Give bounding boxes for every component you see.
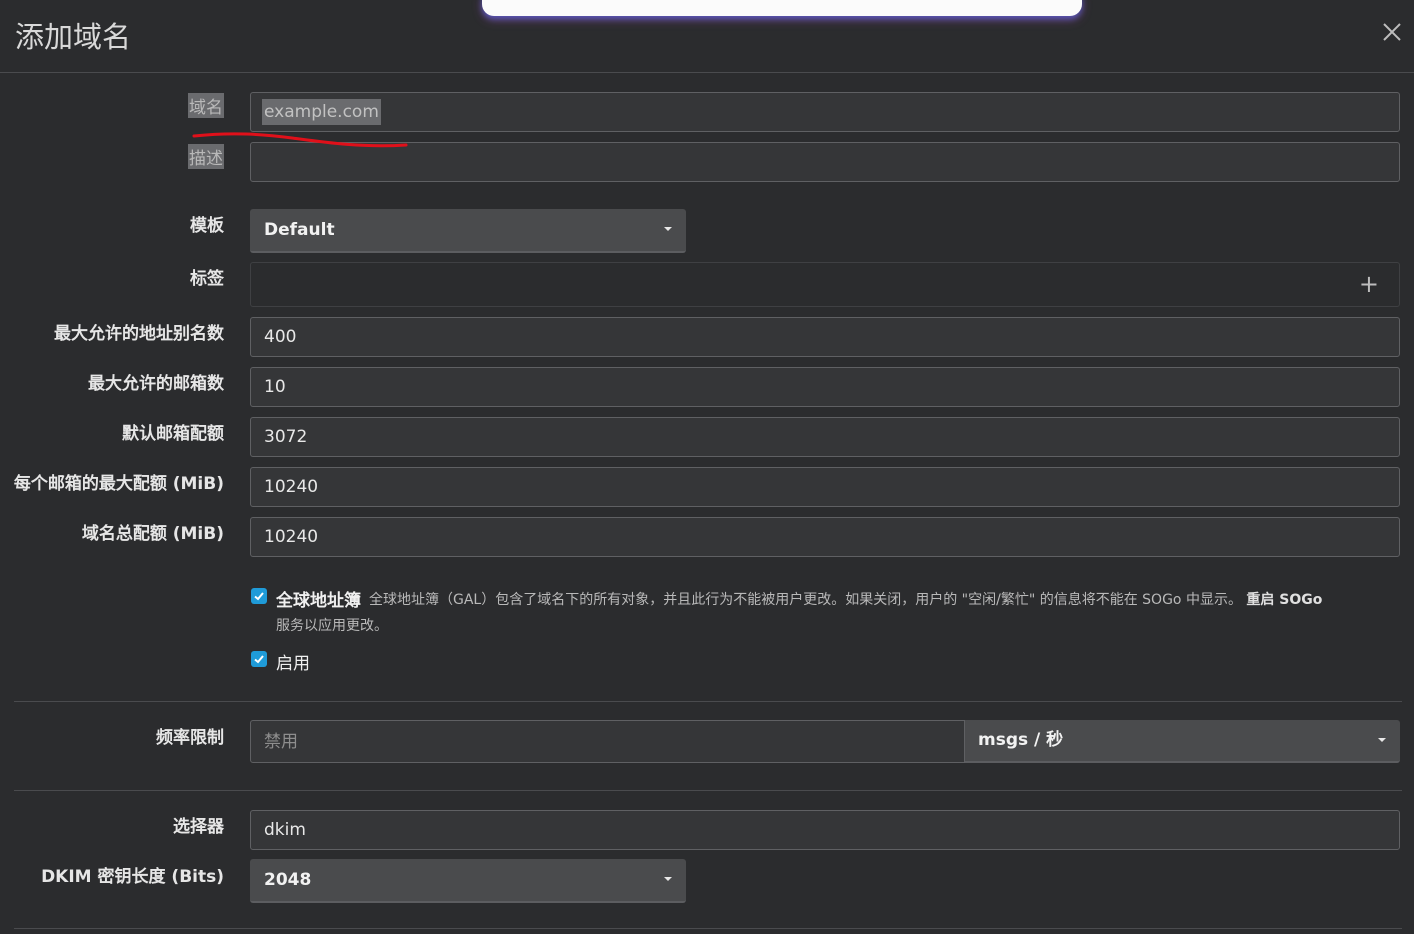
dkim-length-select[interactable]: 2048 — [250, 859, 686, 903]
plus-icon[interactable]: + — [1359, 272, 1379, 296]
template-select[interactable]: Default — [250, 209, 686, 253]
description-label: 描述 — [188, 144, 224, 169]
tags-label: 标签 — [190, 269, 224, 289]
rate-limit-label: 频率限制 — [156, 728, 224, 748]
active-checkbox[interactable] — [251, 651, 267, 667]
total-quota-input[interactable] — [250, 517, 1400, 557]
active-label: 启用 — [276, 654, 310, 674]
gal-help-text: 全球地址簿（GAL）包含了域名下的所有对象，并且此行为不能被用户更改。如果关闭，… — [369, 592, 1242, 608]
divider — [14, 701, 1402, 702]
max-quota-input[interactable] — [250, 467, 1400, 507]
divider — [14, 790, 1402, 791]
default-quota-input[interactable] — [250, 417, 1400, 457]
max-quota-label: 每个邮箱的最大配额 (MiB) — [13, 474, 224, 494]
rate-unit-select[interactable]: msgs / 秒 — [965, 720, 1400, 763]
rate-unit-selected: msgs / 秒 — [978, 730, 1064, 750]
domain-input[interactable] — [250, 92, 1400, 132]
domain-placeholder: example.com — [262, 99, 381, 125]
template-selected: Default — [264, 220, 335, 240]
modal-header: 添加域名 — [0, 0, 1414, 73]
max-aliases-input[interactable] — [250, 317, 1400, 357]
tags-input[interactable]: + — [250, 262, 1400, 307]
max-mailboxes-input[interactable] — [250, 367, 1400, 407]
dkim-selector-input[interactable] — [250, 810, 1400, 850]
gal-help: 全球地址簿（GAL）包含了域名下的所有对象，并且此行为不能被用户更改。如果关闭，… — [369, 589, 1322, 609]
divider — [14, 928, 1402, 929]
modal-title: 添加域名 — [15, 20, 132, 54]
dkim-length-label: DKIM 密钥长度 (Bits) — [41, 867, 224, 887]
close-button[interactable] — [1378, 18, 1406, 46]
max-mailboxes-label: 最大允许的邮箱数 — [88, 374, 224, 394]
gal-title: 全球地址簿 — [276, 591, 361, 611]
default-quota-label: 默认邮箱配额 — [122, 424, 224, 444]
template-label: 模板 — [190, 216, 224, 236]
dkim-selector-label: 选择器 — [173, 817, 224, 837]
gal-checkbox[interactable] — [251, 588, 267, 604]
caret-down-icon — [664, 227, 672, 231]
max-aliases-label: 最大允许的地址别名数 — [54, 324, 224, 344]
description-input[interactable] — [250, 142, 1400, 182]
check-icon — [254, 592, 264, 601]
check-icon — [254, 655, 264, 664]
rate-limit-input[interactable] — [250, 720, 965, 763]
caret-down-icon — [664, 877, 672, 881]
caret-down-icon — [1378, 738, 1386, 742]
domain-label: 域名 — [188, 93, 224, 118]
total-quota-label: 域名总配额 (MiB) — [81, 524, 224, 544]
close-icon — [1383, 23, 1401, 41]
dkim-length-selected: 2048 — [264, 870, 312, 890]
gal-help-restart: 重启 SOGo — [1246, 592, 1323, 608]
gal-help-line2: 服务以应用更改。 — [276, 618, 388, 634]
